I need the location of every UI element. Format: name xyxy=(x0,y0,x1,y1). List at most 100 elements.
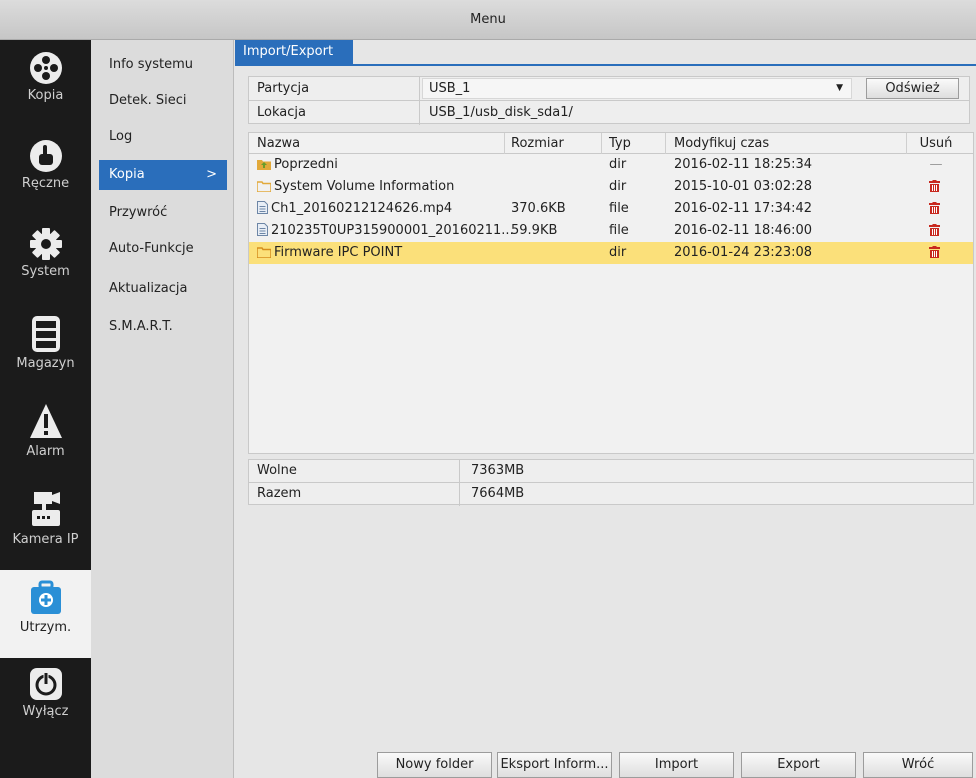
delete-button[interactable] xyxy=(904,198,968,220)
column-header-delete: Usuń xyxy=(919,136,953,151)
sidebar-item-label: Utrzym. xyxy=(19,620,72,635)
file-size: 370.6KB xyxy=(511,201,566,216)
subnav-item-smart[interactable]: S.M.A.R.T. xyxy=(99,312,227,342)
partition-select[interactable]: USB_1 ▼ xyxy=(422,78,852,99)
delete-button[interactable] xyxy=(904,220,968,242)
column-header-type[interactable]: Typ xyxy=(609,133,631,154)
subnav-item-kopia[interactable]: Kopia > xyxy=(99,160,227,190)
free-space-row: Wolne 7363MB xyxy=(249,460,973,483)
gear-icon xyxy=(29,228,62,260)
sidebar-item-kamera-ip[interactable]: Kamera IP xyxy=(0,482,91,570)
table-row[interactable]: 210235T0UP315900001_20160211... 59.9KB f… xyxy=(249,220,973,242)
location-row: Lokacja USB_1/usb_disk_sda1/ xyxy=(249,101,969,125)
trash-icon xyxy=(929,201,940,214)
file-name: 210235T0UP315900001_20160211... xyxy=(271,223,514,238)
delete-button[interactable] xyxy=(904,242,968,264)
total-space-label: Razem xyxy=(257,486,302,501)
file-modified-time: 2016-02-11 17:34:42 xyxy=(674,201,813,216)
tab-underline xyxy=(235,64,976,66)
file-name-cell: 210235T0UP315900001_20160211... xyxy=(257,220,514,242)
dropdown-arrow-icon: ▼ xyxy=(836,83,843,93)
file-name: Firmware IPC POINT xyxy=(274,245,403,260)
export-button[interactable]: Export xyxy=(741,752,856,778)
storage-drive-icon xyxy=(31,316,60,352)
trash-icon xyxy=(929,223,940,236)
subnav-item-label: Przywróć xyxy=(109,205,168,220)
sidebar-item-label: Ręczne xyxy=(21,176,70,191)
subnav-item-label: Kopia xyxy=(109,167,145,182)
folder-icon xyxy=(257,246,271,258)
refresh-button[interactable]: Odśwież xyxy=(866,78,959,99)
subnav-item-auto-funkcje[interactable]: Auto-Funkcje xyxy=(99,234,227,264)
file-type: file xyxy=(609,201,629,216)
total-space-value: 7664MB xyxy=(471,486,525,501)
back-button[interactable]: Wróć xyxy=(863,752,973,778)
file-name-cell: System Volume Information xyxy=(257,176,454,198)
main-panel: Import/Export Partycja USB_1 ▼ Odśwież L… xyxy=(235,40,976,778)
divider xyxy=(419,101,420,125)
file-modified-time: 2016-02-11 18:46:00 xyxy=(674,223,813,238)
location-value: USB_1/usb_disk_sda1/ xyxy=(429,105,573,120)
sidebar-item-utrzym[interactable]: Utrzym. xyxy=(0,570,91,658)
free-space-value: 7363MB xyxy=(471,463,525,478)
sidebar-item-label: Alarm xyxy=(26,444,65,459)
table-row[interactable]: System Volume Information dir 2015-10-01… xyxy=(249,176,973,198)
trash-icon xyxy=(929,245,940,258)
new-folder-button[interactable]: Nowy folder xyxy=(377,752,492,778)
delete-unavailable: — xyxy=(929,157,943,172)
import-button[interactable]: Import xyxy=(619,752,734,778)
file-name-cell: Firmware IPC POINT xyxy=(257,242,402,264)
divider xyxy=(504,133,505,154)
subnav-item-label: S.M.A.R.T. xyxy=(109,319,173,334)
location-label: Lokacja xyxy=(257,105,306,120)
tab-import-export[interactable]: Import/Export xyxy=(235,40,353,64)
delete-button[interactable] xyxy=(904,176,968,198)
sidebar-item-label: System xyxy=(21,264,70,279)
title-bar: Menu xyxy=(0,0,976,40)
partition-label: Partycja xyxy=(257,81,310,96)
folder-up-icon xyxy=(257,159,271,170)
subnav-item-label: Detek. Sieci xyxy=(109,93,187,108)
sidebar-item-label: Kamera IP xyxy=(12,532,79,547)
action-bar: Nowy folder Eksport Inform... Import Exp… xyxy=(235,752,976,778)
file-type: dir xyxy=(609,157,627,172)
subnav-item-przywroc[interactable]: Przywróć xyxy=(99,198,227,228)
file-name-cell: Ch1_20160212124626.mp4 xyxy=(257,198,452,220)
column-header-size[interactable]: Rozmiar xyxy=(511,133,564,154)
file-type: file xyxy=(609,223,629,238)
subnav-item-log[interactable]: Log xyxy=(99,122,227,152)
subnav-item-label: Info systemu xyxy=(109,57,193,72)
file-modified-time: 2016-02-11 18:25:34 xyxy=(674,157,813,172)
file-icon xyxy=(257,201,268,214)
file-icon xyxy=(257,223,268,236)
export-info-button[interactable]: Eksport Inform... xyxy=(497,752,612,778)
sidebar-item-system[interactable]: System xyxy=(0,218,91,306)
column-header-name[interactable]: Nazwa xyxy=(257,133,300,154)
table-row[interactable]: Ch1_20160212124626.mp4 370.6KB file 2016… xyxy=(249,198,973,220)
warning-icon xyxy=(29,404,62,438)
sidebar-item-magazyn[interactable]: Magazyn xyxy=(0,306,91,394)
file-table: Nazwa Rozmiar Typ Modyfikuj czas Usuń Po… xyxy=(248,132,974,454)
subnav-item-info-systemu[interactable]: Info systemu xyxy=(99,50,227,80)
sidebar-item-alarm[interactable]: Alarm xyxy=(0,394,91,482)
subnav-item-detek-sieci[interactable]: Detek. Sieci xyxy=(99,86,227,116)
file-type: dir xyxy=(609,245,627,260)
column-header-time[interactable]: Modyfikuj czas xyxy=(674,133,769,154)
table-row-selected[interactable]: Firmware IPC POINT dir 2016-01-24 23:23:… xyxy=(249,242,973,264)
sub-navigation: Info systemu Detek. Sieci Log Kopia > Prz… xyxy=(91,40,234,778)
table-row[interactable]: Poprzedni dir 2016-02-11 18:25:34 — xyxy=(249,154,973,176)
sidebar-item-label: Wyłącz xyxy=(22,704,69,719)
subnav-item-label: Aktualizacja xyxy=(109,281,188,296)
file-name: System Volume Information xyxy=(274,179,455,194)
power-icon xyxy=(29,668,62,700)
sidebar-item-label: Magazyn xyxy=(16,356,75,371)
file-type: dir xyxy=(609,179,627,194)
sidebar-item-wylacz[interactable]: Wyłącz xyxy=(0,658,91,746)
chevron-right-icon: > xyxy=(206,167,217,182)
subnav-item-label: Log xyxy=(109,129,133,144)
storage-summary: Wolne 7363MB Razem 7664MB xyxy=(248,459,974,506)
sidebar-item-kopia[interactable]: Kopia xyxy=(0,42,91,130)
partition-row: Partycja USB_1 ▼ Odśwież xyxy=(249,77,969,101)
subnav-item-aktualizacja[interactable]: Aktualizacja xyxy=(99,274,227,304)
sidebar-item-reczne[interactable]: Ręczne xyxy=(0,130,91,218)
